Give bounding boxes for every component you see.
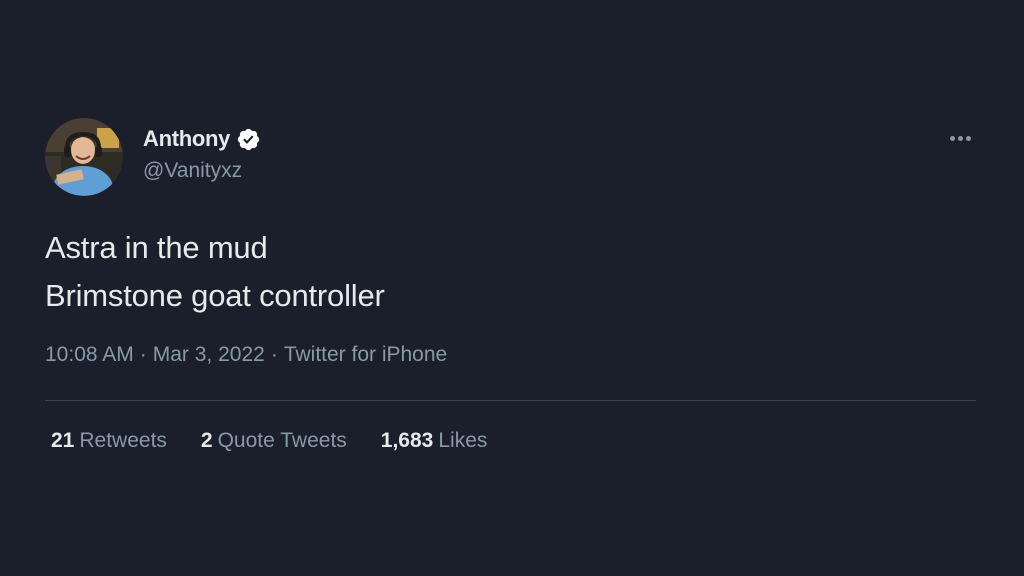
retweets-stat[interactable]: 21 Retweets	[51, 429, 167, 453]
verified-badge-icon	[236, 127, 261, 152]
likes-label: Likes	[438, 429, 488, 452]
avatar[interactable]	[45, 118, 123, 196]
separator: ·	[270, 343, 278, 366]
tweet-card: Anthony @Vanityxz Astra in the mud Brims…	[0, 0, 1024, 576]
likes-count: 1,683	[380, 429, 434, 452]
profile-photo-icon	[45, 118, 123, 196]
display-name[interactable]: Anthony	[143, 126, 230, 152]
tweet-time[interactable]: 10:08 AM	[45, 343, 134, 367]
separator: ·	[139, 343, 147, 366]
engagement-stats: 21 Retweets 2 Quote Tweets 1,683 Likes	[51, 429, 521, 453]
quote-tweets-label: Quote Tweets	[217, 429, 347, 452]
quote-tweets-stat[interactable]: 2 Quote Tweets	[201, 429, 347, 453]
tweet-metadata: 10:08 AM · Mar 3, 2022 · Twitter for iPh…	[45, 343, 447, 367]
tweet-text-line: Astra in the mud	[45, 230, 268, 265]
retweets-count: 21	[51, 429, 75, 452]
tweet-text-line: Brimstone goat controller	[45, 278, 385, 313]
more-options-button[interactable]	[944, 128, 976, 148]
user-handle[interactable]: @Vanityxz	[143, 159, 242, 183]
more-horizontal-icon	[948, 135, 972, 141]
tweet-source[interactable]: Twitter for iPhone	[284, 343, 447, 367]
author-name-row[interactable]: Anthony	[143, 125, 261, 153]
retweets-label: Retweets	[79, 429, 167, 452]
divider	[45, 400, 976, 401]
quote-tweets-count: 2	[200, 429, 213, 452]
likes-stat[interactable]: 1,683 Likes	[381, 429, 488, 453]
tweet-text: Astra in the mud Brimstone goat controll…	[45, 224, 385, 320]
tweet-date[interactable]: Mar 3, 2022	[153, 343, 265, 367]
